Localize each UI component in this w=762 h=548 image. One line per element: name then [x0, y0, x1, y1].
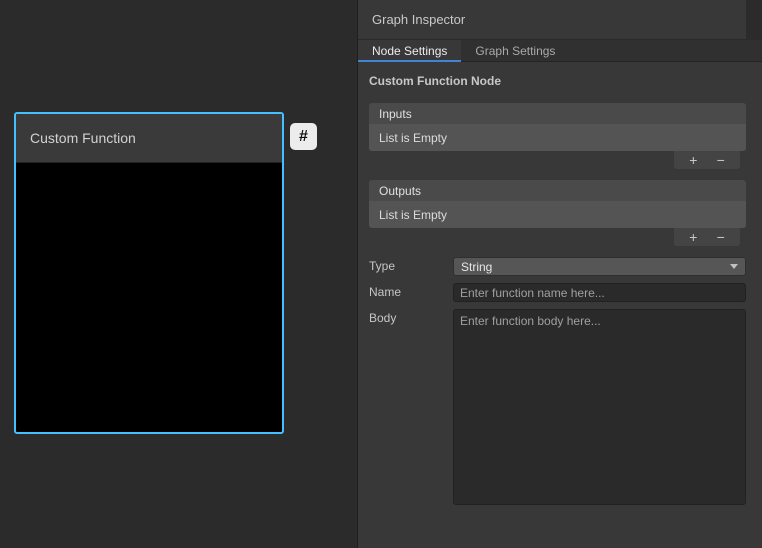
- type-label: Type: [369, 257, 453, 276]
- function-name-input[interactable]: [453, 283, 746, 302]
- function-body-textarea[interactable]: [453, 309, 746, 505]
- inspector-header: Graph Inspector: [358, 0, 762, 40]
- section-title: Custom Function Node: [369, 74, 746, 88]
- body-label: Body: [369, 309, 453, 328]
- body-field-row: Body: [369, 309, 746, 505]
- hash-icon: #: [299, 128, 308, 146]
- inspector-tab-bar: Node Settings Graph Settings: [358, 40, 762, 62]
- inputs-list-empty-row: List is Empty: [369, 124, 746, 151]
- inputs-empty-label: List is Empty: [379, 131, 447, 145]
- outputs-empty-label: List is Empty: [379, 208, 447, 222]
- outputs-list-empty-row: List is Empty: [369, 201, 746, 228]
- inputs-list-header: Inputs: [369, 103, 746, 124]
- inspector-content: Custom Function Node Inputs List is Empt…: [358, 62, 762, 505]
- name-field-row: Name: [369, 283, 746, 302]
- outputs-add-button[interactable]: +: [685, 230, 701, 244]
- panel-title: Graph Inspector: [372, 12, 465, 27]
- name-label: Name: [369, 283, 453, 302]
- inputs-list-footer: + −: [674, 151, 740, 169]
- tab-node-settings-label: Node Settings: [372, 44, 447, 58]
- outputs-list: Outputs List is Empty + −: [369, 180, 746, 246]
- inputs-list: Inputs List is Empty + −: [369, 103, 746, 169]
- outputs-list-header-label: Outputs: [379, 184, 421, 198]
- node-header[interactable]: Custom Function: [16, 114, 282, 163]
- inputs-list-header-label: Inputs: [379, 107, 412, 121]
- outputs-list-footer: + −: [674, 228, 740, 246]
- node-hash-badge[interactable]: #: [290, 123, 317, 150]
- node-title: Custom Function: [30, 130, 136, 146]
- type-dropdown-value: String: [461, 260, 492, 274]
- scrollbar-track[interactable]: [746, 0, 762, 40]
- tab-graph-settings-label: Graph Settings: [475, 44, 555, 58]
- inputs-remove-button[interactable]: −: [713, 153, 729, 167]
- type-field-row: Type String: [369, 257, 746, 276]
- outputs-remove-button[interactable]: −: [713, 230, 729, 244]
- custom-function-node[interactable]: Custom Function: [14, 112, 284, 434]
- inputs-add-button[interactable]: +: [685, 153, 701, 167]
- tab-node-settings[interactable]: Node Settings: [358, 40, 461, 61]
- type-dropdown[interactable]: String: [453, 257, 746, 276]
- chevron-down-icon: [730, 264, 738, 269]
- outputs-list-header: Outputs: [369, 180, 746, 201]
- tab-graph-settings[interactable]: Graph Settings: [461, 40, 569, 61]
- graph-inspector-panel: Graph Inspector Node Settings Graph Sett…: [357, 0, 762, 548]
